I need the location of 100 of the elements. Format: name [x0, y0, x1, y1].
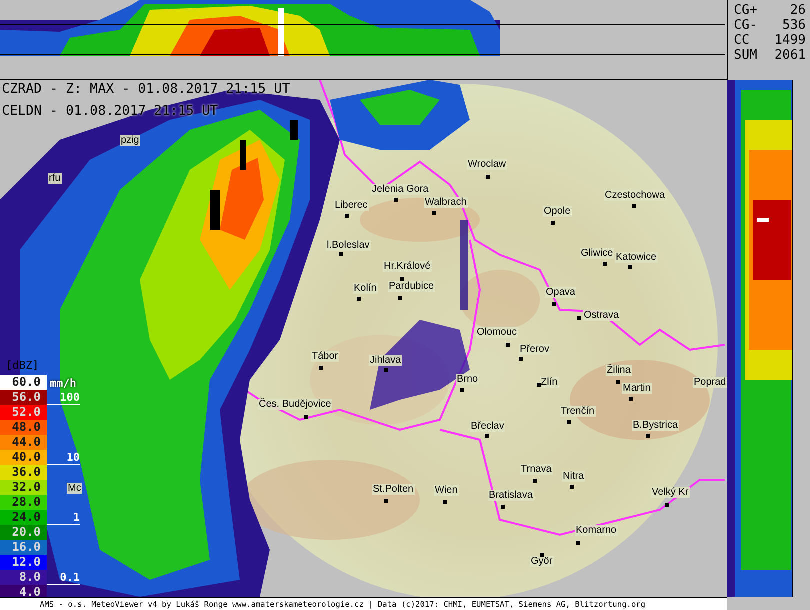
city-marker-icon	[632, 204, 636, 208]
stat-value: 2061	[774, 49, 806, 63]
city-marker-icon	[398, 296, 402, 300]
stat-label: SUM	[734, 49, 758, 63]
city-label: Tábor	[311, 351, 340, 362]
legend-unit: [dBZ]	[5, 359, 40, 372]
rain-rate-label: 100	[47, 391, 80, 405]
city-label: Hr.Králové	[383, 261, 432, 272]
city-label: Trnava	[520, 464, 553, 475]
city-marker-icon	[603, 262, 607, 266]
city-label: B.Bystrica	[632, 420, 680, 431]
city-marker-icon	[485, 434, 489, 438]
city-marker-icon	[506, 343, 510, 347]
city-marker-icon	[552, 302, 556, 306]
legend-value: 12.0	[12, 556, 41, 569]
city-marker-icon	[629, 397, 633, 401]
rain-rate-label: 1	[47, 511, 80, 525]
city-label: Györ	[530, 556, 554, 567]
legend-value: 4.0	[19, 586, 41, 597]
city-marker-icon	[540, 553, 544, 557]
stat-label: CG-	[734, 19, 758, 33]
legend-value: 36.0	[12, 466, 41, 479]
city-marker-icon	[665, 503, 669, 507]
legend-value: 24.0	[12, 511, 41, 524]
city-label: Čes. Budějovice	[258, 399, 332, 410]
city-label: Žilina	[606, 365, 632, 376]
city-marker-icon	[577, 316, 581, 320]
city-label: Pardubice	[388, 281, 436, 292]
legend-value: 40.0	[12, 451, 41, 464]
city-marker-icon	[400, 277, 404, 281]
city-label: Brno	[456, 374, 480, 385]
legend-value: 20.0	[12, 526, 41, 539]
city-marker-icon	[533, 479, 537, 483]
city-label: Gliwice	[580, 248, 614, 259]
city-marker-icon	[304, 415, 308, 419]
city-label: Liberec	[334, 200, 369, 211]
city-label: Jihlava	[369, 355, 402, 366]
city-marker-icon	[432, 211, 436, 215]
city-label: Opole	[543, 206, 572, 217]
city-label: Czestochowa	[604, 190, 666, 201]
city-label: Břeclav	[470, 421, 506, 432]
header-text: CELDN - 01.08.2017 21:15 UT	[2, 104, 218, 120]
city-marker-icon	[519, 357, 523, 361]
city-label: Trenčín	[560, 406, 596, 417]
legend-value: 8.0	[19, 571, 41, 584]
legend-value: 60.0	[12, 376, 41, 389]
legend-value: 44.0	[12, 436, 41, 449]
city-marker-icon	[357, 297, 361, 301]
city-label: Poprad	[693, 377, 727, 388]
stat-value: 1499	[774, 34, 806, 48]
city-marker-icon	[537, 383, 541, 387]
city-marker-icon	[567, 420, 571, 424]
city-label: Zlín	[540, 377, 559, 388]
city-label: Olomouc	[476, 327, 518, 338]
legend-value: 48.0	[12, 421, 41, 434]
city-label: l.Boleslav	[326, 240, 371, 251]
city-label: Wroclaw	[467, 159, 508, 170]
legend-value: 32.0	[12, 481, 41, 494]
city-label: St.Polten	[372, 484, 415, 495]
legend-value: 52.0	[12, 406, 41, 419]
city-label: Mc	[67, 483, 82, 494]
city-marker-icon	[551, 221, 555, 225]
city-label: Ostrava	[583, 310, 620, 321]
city-label: Martin	[622, 383, 652, 394]
city-marker-icon	[460, 388, 464, 392]
city-marker-icon	[501, 505, 505, 509]
city-label: Přerov	[519, 344, 550, 355]
city-marker-icon	[576, 541, 580, 545]
city-marker-icon	[646, 434, 650, 438]
legend-value: 56.0	[12, 391, 41, 404]
city-label: Kolín	[353, 283, 378, 294]
legend-value: 16.0	[12, 541, 41, 554]
city-marker-icon	[384, 368, 388, 372]
rain-rate-label: 0.1	[47, 571, 80, 585]
city-label: Bratislava	[488, 490, 534, 501]
city-marker-icon	[616, 380, 620, 384]
stat-value: 26	[790, 4, 806, 18]
city-label: Jelenia Gora	[371, 184, 430, 195]
legend-value: 28.0	[12, 496, 41, 509]
city-marker-icon	[319, 366, 323, 370]
city-label: Nitra	[562, 471, 586, 482]
city-marker-icon	[345, 214, 349, 218]
city-marker-icon	[570, 485, 574, 489]
city-marker-icon	[486, 175, 490, 179]
stat-label: CC	[734, 34, 750, 48]
city-label: Wien	[434, 485, 459, 496]
city-label: pzig	[120, 135, 140, 146]
city-marker-icon	[628, 265, 632, 269]
city-label: Komarno	[575, 525, 618, 536]
city-label: Opava	[545, 287, 576, 298]
city-label: Katowice	[615, 252, 658, 263]
stat-label: CG+	[734, 4, 758, 18]
city-marker-icon	[443, 500, 447, 504]
rain-rate-label: 10	[47, 451, 80, 465]
city-marker-icon	[339, 252, 343, 256]
city-marker-icon	[384, 499, 388, 503]
stat-value: 536	[782, 19, 806, 33]
city-label: Velký Kr	[651, 487, 690, 498]
city-marker-icon	[394, 198, 398, 202]
city-label: rfu	[48, 173, 62, 184]
